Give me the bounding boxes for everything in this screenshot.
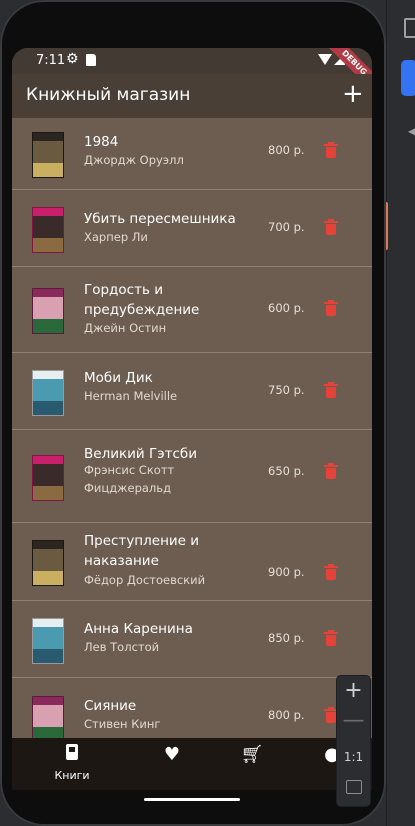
book-title: Моби Дик	[84, 370, 153, 386]
delete-icon[interactable]	[324, 630, 338, 646]
delete-icon[interactable]	[324, 300, 338, 316]
book-title: Анна Каренина	[84, 621, 193, 637]
book-title: Убить пересмешника	[84, 211, 236, 227]
book-price: 850 р.	[268, 631, 305, 645]
delete-icon[interactable]	[324, 142, 338, 158]
book-icon	[66, 744, 78, 760]
gear-icon: ⚙	[66, 51, 79, 67]
book-author: Фёдор Достоевский	[84, 573, 206, 587]
nav-cart[interactable]: 🛒︎	[222, 744, 282, 766]
page-title: Книжный магазин	[26, 85, 191, 105]
book-title: Преступление и наказание	[84, 533, 200, 569]
delete-icon[interactable]	[324, 219, 338, 235]
delete-icon[interactable]	[324, 382, 338, 398]
status-time: 7:11	[36, 53, 66, 68]
book-item[interactable]: Моби Дик Herman Melville 750 р.	[12, 353, 372, 430]
home-indicator[interactable]	[144, 798, 240, 801]
app-screen: 7:11 ⚙ DEBUG Книжный магазин + 1984 Джорд…	[12, 48, 372, 790]
wifi-icon	[318, 54, 332, 65]
book-cover-image	[32, 207, 64, 253]
heart-icon: ♥	[163, 744, 181, 765]
book-cover-image	[32, 132, 64, 178]
book-price: 650 р.	[268, 464, 305, 478]
book-author: Джордж Оруэлл	[84, 153, 184, 167]
bottom-navigation: Книги ♥ 🛒︎ ●	[12, 738, 372, 790]
zoom-in-button[interactable]: +	[337, 678, 370, 703]
book-author: Фрэнсис Скотт Фицджеральд	[84, 463, 175, 495]
status-bar: 7:11 ⚙ DEBUG	[12, 48, 372, 100]
book-cover-image	[32, 540, 64, 586]
book-item[interactable]: Великий Гэтсби Фрэнсис Скотт Фицджеральд 6…	[12, 430, 372, 523]
book-price: 750 р.	[268, 383, 305, 397]
book-price: 900 р.	[268, 565, 305, 579]
sd-card-icon	[86, 54, 96, 66]
zoom-out-button[interactable]: —	[337, 708, 370, 733]
add-book-button[interactable]: +	[342, 79, 364, 109]
delete-icon[interactable]	[324, 707, 338, 723]
zoom-reset-button[interactable]: 1:1	[337, 750, 370, 764]
book-cover-image	[32, 455, 64, 501]
book-cover-image	[32, 288, 64, 334]
book-cover-image	[32, 370, 64, 416]
book-title: Гордость и предубеждение	[84, 282, 200, 318]
book-cover-image	[32, 618, 64, 664]
book-author: Лев Толстой	[84, 640, 160, 654]
phone-frame: 7:11 ⚙ DEBUG Книжный магазин + 1984 Джорд…	[0, 0, 386, 826]
running-devices-tab[interactable]	[401, 60, 415, 96]
book-item[interactable]: Гордость и предубеждение Джейн Остин 600 р…	[12, 267, 372, 353]
book-item[interactable]: Анна Каренина Лев Толстой 850 р.	[12, 601, 372, 678]
nav-books[interactable]: Книги	[42, 744, 102, 782]
chevron-left-icon[interactable]: ◀	[408, 124, 415, 138]
book-author: Стивен Кинг	[84, 717, 161, 731]
fit-screen-icon[interactable]	[346, 780, 362, 794]
delete-icon[interactable]	[324, 463, 338, 479]
book-author: Харпер Ли	[84, 230, 148, 244]
book-cover-image	[32, 696, 64, 742]
book-item[interactable]: 1984 Джордж Оруэлл 800 р.	[12, 118, 372, 190]
zoom-panel: + — 1:1	[337, 676, 370, 806]
delete-icon[interactable]	[324, 564, 338, 580]
book-title: Сияние	[84, 698, 137, 714]
app-bar: Книжный магазин +	[12, 74, 372, 118]
book-author: Джейн Остин	[84, 321, 167, 335]
book-title: 1984	[84, 134, 119, 150]
nav-books-label: Книги	[54, 769, 90, 782]
book-author: Herman Melville	[84, 389, 178, 403]
book-price: 700 р.	[268, 220, 305, 234]
book-price: 800 р.	[268, 143, 305, 157]
nav-favorites[interactable]: ♥	[142, 744, 202, 766]
book-item[interactable]: Убить пересмешника Харпер Ли 700 р.	[12, 190, 372, 267]
book-item[interactable]: Преступление и наказание Фёдор Достоевски…	[12, 523, 372, 601]
book-price: 600 р.	[268, 301, 305, 315]
device-file-icon[interactable]	[404, 18, 415, 38]
cart-icon: 🛒︎	[240, 744, 264, 765]
book-list: 1984 Джордж Оруэлл 800 р. Убить пересмешник…	[12, 118, 372, 758]
book-price: 800 р.	[268, 708, 305, 722]
